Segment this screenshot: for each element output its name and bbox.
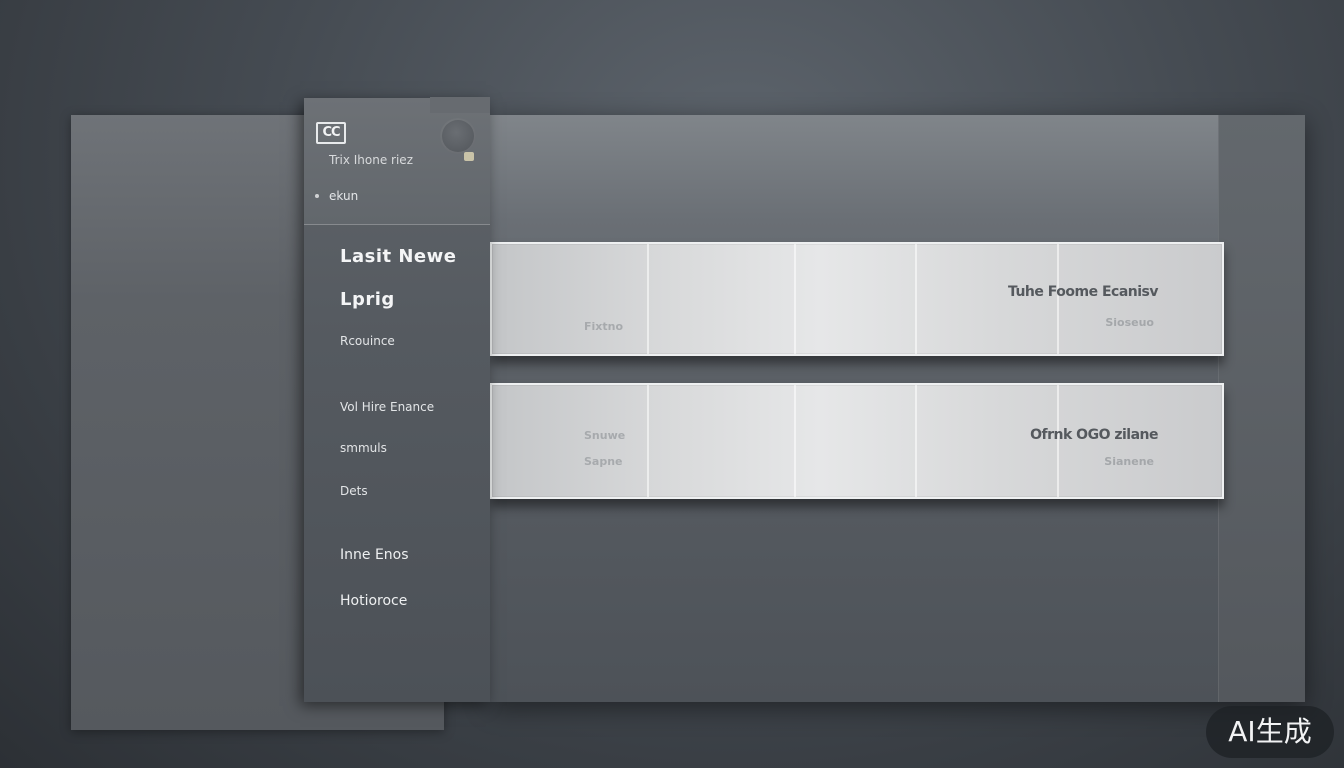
- sidebar-item-7[interactable]: Hotioroce: [340, 593, 407, 609]
- bullet-icon: [315, 194, 319, 198]
- card-divider: [647, 244, 649, 354]
- sidebar-header: CC Trix Ihone riez ekun: [304, 97, 490, 225]
- sidebar: CC Trix Ihone riez ekun Lasit Newe Lprig…: [304, 97, 490, 702]
- card-title: Ofrnk OGO zilane: [1030, 427, 1158, 443]
- status-dot-icon: [464, 152, 474, 161]
- avatar[interactable]: [440, 118, 476, 154]
- card-meta-right: Sianene: [1104, 455, 1154, 468]
- card-meta-right: Sioseuo: [1105, 316, 1154, 329]
- sidebar-item-0[interactable]: Lasit Newe: [340, 246, 456, 267]
- logo-icon[interactable]: CC: [316, 122, 346, 144]
- sidebar-item-4[interactable]: smmuls: [340, 441, 387, 455]
- content-card-2[interactable]: Ofrnk OGO zilane Snuwe Sapne Sianene: [490, 383, 1224, 499]
- card-divider: [794, 385, 796, 497]
- ai-generated-watermark: AI生成: [1206, 706, 1334, 758]
- card-divider: [915, 244, 917, 354]
- card-divider: [794, 244, 796, 354]
- card-meta-left-secondary: Sapne: [584, 455, 623, 468]
- sidebar-item-1[interactable]: Lprig: [340, 289, 395, 310]
- sidebar-item-6[interactable]: Inne Enos: [340, 547, 409, 563]
- sidebar-subtitle: Trix Ihone riez: [329, 153, 413, 167]
- sidebar-header-label[interactable]: ekun: [329, 189, 358, 203]
- sidebar-item-3[interactable]: Vol Hire Enance: [340, 400, 434, 414]
- sidebar-item-5[interactable]: Dets: [340, 484, 368, 498]
- right-edge-strip: [1218, 115, 1305, 702]
- card-meta-left: Snuwe: [584, 429, 626, 442]
- card-title: Tuhe Foome Ecanisv: [1007, 284, 1159, 300]
- card-divider: [647, 385, 649, 497]
- content-card-1[interactable]: Tuhe Foome Ecanisv Fixtno Sioseuo: [490, 242, 1224, 356]
- sidebar-item-2[interactable]: Rcouince: [340, 334, 395, 348]
- card-divider: [915, 385, 917, 497]
- card-meta-left: Fixtno: [584, 320, 624, 333]
